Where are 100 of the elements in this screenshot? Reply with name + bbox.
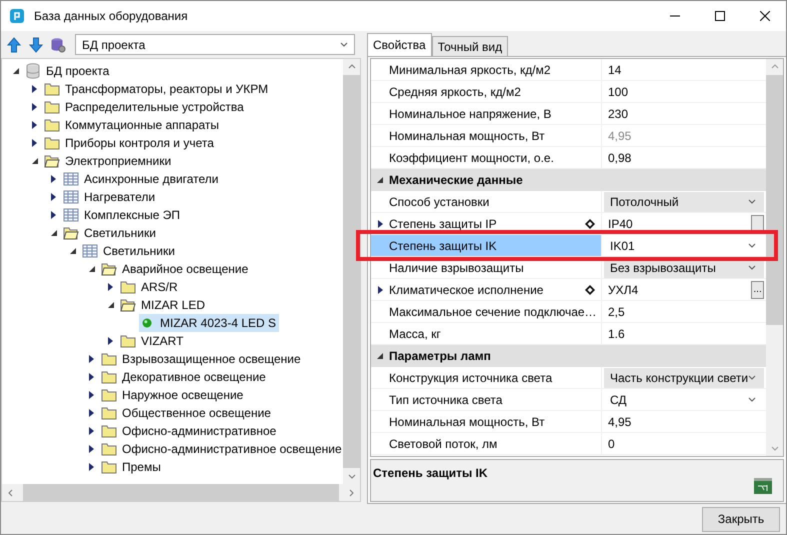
expand-arrow-icon[interactable] [108, 283, 113, 291]
tree-item[interactable]: БД проекта [25, 62, 112, 80]
horizontal-scrollbar[interactable] [1, 484, 361, 502]
tree-item[interactable]: Трансформаторы, реакторы и УКРМ [44, 80, 272, 98]
ellipsis-button[interactable]: ... [751, 280, 764, 298]
scroll-left-icon[interactable] [8, 488, 13, 496]
expand-arrow-icon[interactable] [89, 355, 94, 363]
tree-item[interactable]: Наружное освещение [101, 386, 246, 404]
property-name[interactable]: Тип источника света [371, 389, 602, 410]
tree-item[interactable]: Приборы контроля и учета [44, 134, 217, 152]
collapse-arrow-icon[interactable] [88, 266, 94, 272]
value-dropdown[interactable]: Часть конструкции свети [604, 368, 764, 388]
down-arrow-icon[interactable] [28, 36, 44, 52]
tree-item[interactable]: Аварийное освещение [101, 260, 252, 278]
expand-arrow-icon[interactable] [108, 337, 113, 345]
property-name[interactable]: Наличие взрывозащиты [371, 257, 602, 278]
tree-item-label: VIZART [141, 334, 184, 348]
tree-item[interactable]: MIZAR 4023-4 LED S [139, 314, 280, 332]
tree-item[interactable]: Асинхронные двигатели [63, 170, 222, 188]
tree-item[interactable]: Светильники [63, 224, 159, 242]
scroll-right-icon[interactable] [349, 488, 354, 496]
tree-item[interactable]: VIZART [120, 332, 186, 350]
tree-item[interactable]: Декоративное освещение [101, 368, 269, 386]
tree-item[interactable]: Комплексные ЭП [63, 206, 183, 224]
tree-item[interactable]: Распределительные устройства [44, 98, 247, 116]
collapse-arrow-icon[interactable] [70, 248, 76, 254]
property-name[interactable]: Масса, кг [371, 323, 602, 344]
expand-arrow-icon[interactable] [32, 139, 37, 147]
tree-item[interactable]: Офисно-административное освещение [101, 440, 343, 458]
property-name[interactable]: Конструкция источника света [371, 367, 602, 388]
property-name[interactable]: Способ установки [371, 191, 602, 212]
property-name[interactable]: Номинальная мощность, Вт [371, 125, 602, 146]
maximize-icon[interactable] [715, 11, 725, 21]
scroll-down-icon[interactable] [348, 474, 356, 479]
value-dropdown[interactable]: IK01 [604, 236, 764, 256]
expand-arrow-icon[interactable] [32, 85, 37, 93]
property-name[interactable]: Максимальное сечение подключае… [371, 301, 602, 322]
property-name[interactable]: Световой поток, лм [371, 433, 602, 454]
close-icon[interactable] [760, 11, 770, 21]
collapse-arrow-icon[interactable] [108, 302, 114, 308]
expand-arrow-icon[interactable] [51, 211, 56, 219]
vertical-scrollbar[interactable] [343, 59, 360, 484]
property-value[interactable]: 14 [604, 62, 764, 76]
expand-arrow-icon[interactable] [51, 175, 56, 183]
property-value[interactable]: IP40 [604, 216, 752, 230]
collapse-arrow-icon[interactable] [377, 177, 383, 183]
property-name[interactable]: Номинальная мощность, Вт [371, 411, 602, 432]
tab[interactable]: Свойства [367, 33, 432, 56]
expand-arrow-icon[interactable] [89, 409, 94, 417]
collapse-arrow-icon[interactable] [50, 230, 56, 236]
expand-arrow-icon[interactable] [89, 427, 94, 435]
property-label: Климатическое исполнение [389, 282, 544, 296]
expand-arrow-icon[interactable] [378, 220, 382, 228]
property-value[interactable]: 1.6 [604, 326, 764, 340]
collapse-arrow-icon[interactable] [32, 158, 38, 164]
property-name[interactable]: Степень защиты IP [371, 213, 602, 234]
up-arrow-icon[interactable] [6, 36, 22, 52]
expand-arrow-icon[interactable] [51, 193, 56, 201]
property-value[interactable]: УХЛ4 [604, 282, 752, 296]
value-dropdown[interactable]: Потолочный [604, 192, 764, 212]
tree-item[interactable]: Общественное освещение [101, 404, 274, 422]
tree-item[interactable]: ARS/R [120, 278, 181, 296]
property-name[interactable]: Номинальное напряжение, В [371, 103, 602, 124]
expand-arrow-icon[interactable] [32, 121, 37, 129]
tree-item[interactable]: MIZAR LED [120, 296, 208, 314]
tree-item[interactable]: Нагреватели [63, 188, 158, 206]
expand-arrow-icon[interactable] [89, 373, 94, 381]
property-name[interactable]: Климатическое исполнение [371, 279, 602, 300]
property-value[interactable]: 230 [604, 106, 764, 120]
collapse-arrow-icon[interactable] [12, 68, 18, 74]
property-name[interactable]: Коэффициент мощности, о.е. [371, 147, 602, 168]
value-dropdown[interactable]: СД [604, 390, 764, 410]
property-name[interactable]: Средняя яркость, кд/м2 [371, 81, 602, 102]
property-value[interactable]: 4,95 [604, 128, 764, 142]
tree-item[interactable]: Премы [101, 458, 164, 476]
tree-item[interactable]: Коммутационные аппараты [44, 116, 222, 134]
property-name[interactable]: Степень защиты IK [371, 235, 602, 256]
property-value[interactable]: 2,5 [604, 304, 764, 318]
property-value[interactable]: 0 [604, 436, 764, 450]
expand-arrow-icon[interactable] [32, 103, 37, 111]
group-header[interactable]: Параметры ламп [371, 345, 766, 367]
expand-arrow-icon[interactable] [89, 463, 94, 471]
property-value[interactable]: 4,95 [604, 414, 764, 428]
property-value[interactable]: 0,98 [604, 150, 764, 164]
tree-item[interactable]: Электроприемники [44, 152, 174, 170]
expand-arrow-icon[interactable] [89, 391, 94, 399]
tree-item[interactable]: Светильники [82, 242, 178, 260]
database-gear-icon[interactable] [50, 36, 66, 52]
property-value[interactable]: 100 [604, 84, 764, 98]
expand-arrow-icon[interactable] [89, 445, 94, 453]
group-header[interactable]: Механические данные [371, 169, 766, 191]
collapse-arrow-icon[interactable] [377, 353, 383, 359]
tree-item[interactable]: Взрывозащищенное освещение [101, 350, 304, 368]
database-combo[interactable]: БД проекта [75, 34, 355, 55]
scroll-up-icon[interactable] [348, 64, 356, 69]
expand-arrow-icon[interactable] [378, 286, 382, 294]
tree-item[interactable]: Офисно-административное [101, 422, 280, 440]
property-name[interactable]: Минимальная яркость, кд/м2 [371, 59, 602, 80]
tab[interactable]: Точный вид [432, 36, 508, 56]
close-button[interactable]: Закрыть [702, 506, 780, 532]
